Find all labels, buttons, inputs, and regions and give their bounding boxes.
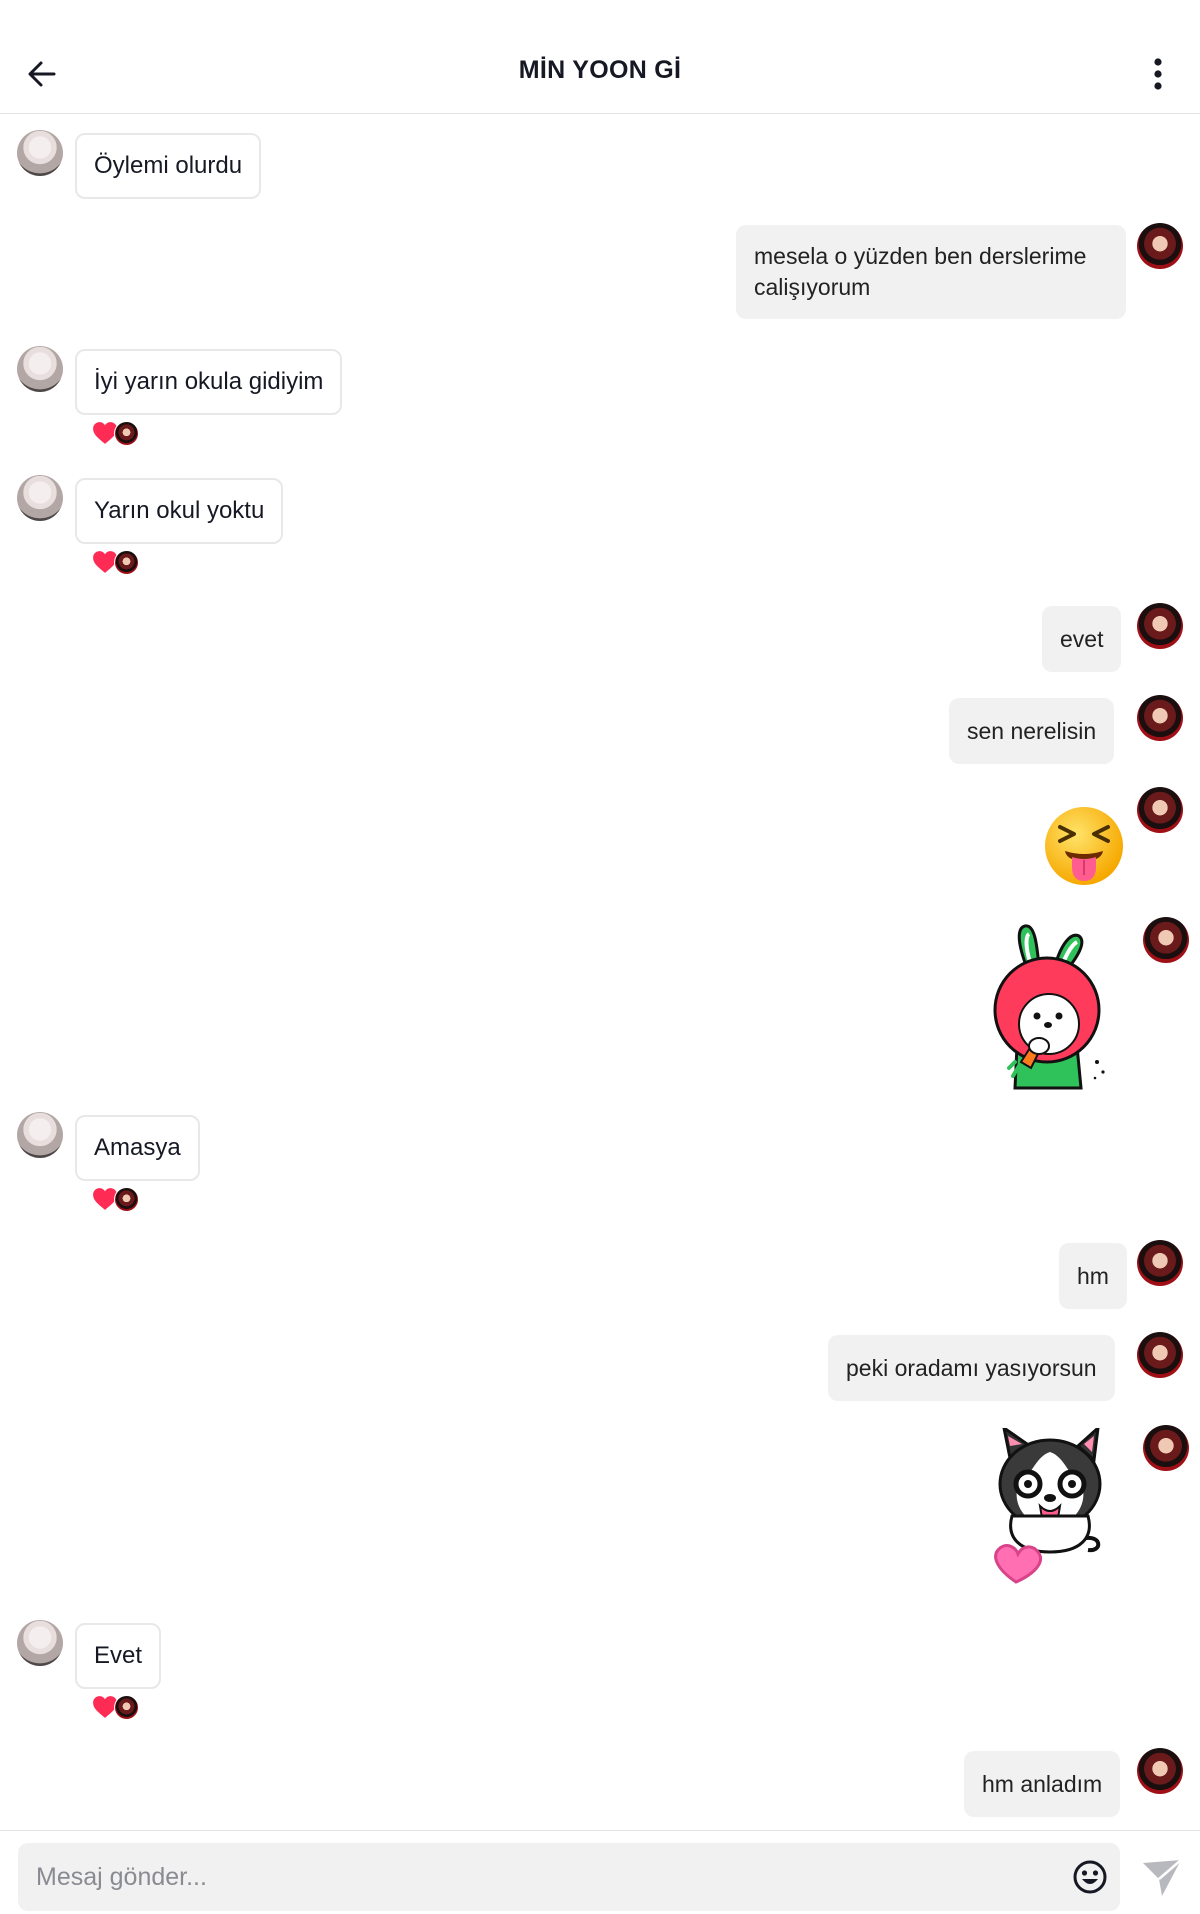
message-bubble-incoming[interactable]: Evet	[75, 1623, 162, 1689]
chat-header: MİN YOON Gİ	[0, 0, 1200, 114]
more-vertical-icon	[1154, 58, 1162, 90]
squinting-tongue-emoji-sticker[interactable]	[1043, 805, 1125, 887]
send-icon[interactable]	[1140, 1857, 1184, 1899]
message-bubble-incoming[interactable]: Öylemi olurdu	[75, 133, 262, 199]
avatar[interactable]	[1137, 223, 1183, 269]
message-bubble-outgoing[interactable]: sen nerelisin	[949, 698, 1115, 764]
message-bubble-incoming[interactable]: Yarın okul yoktu	[75, 478, 284, 544]
avatar[interactable]	[17, 1620, 63, 1666]
message-reaction[interactable]	[92, 549, 139, 575]
message-input[interactable]	[18, 1843, 1120, 1911]
bunny-with-carrot-sticker[interactable]	[985, 922, 1115, 1090]
more-options-button[interactable]	[1140, 52, 1176, 96]
message-reaction[interactable]	[92, 1186, 139, 1212]
reactor-avatar	[114, 1694, 139, 1720]
smiley-icon[interactable]	[1072, 1859, 1108, 1895]
reactor-avatar	[114, 549, 139, 575]
avatar[interactable]	[17, 130, 63, 176]
message-bubble-outgoing[interactable]: evet	[1042, 606, 1122, 672]
reactor-avatar	[114, 1186, 139, 1212]
avatar[interactable]	[1137, 1332, 1183, 1378]
avatar[interactable]	[17, 475, 63, 521]
husky-dog-with-heart-sticker[interactable]	[990, 1428, 1110, 1584]
avatar[interactable]	[17, 1112, 63, 1158]
message-reaction[interactable]	[92, 1694, 139, 1720]
message-bubble-incoming[interactable]: Amasya	[75, 1115, 200, 1181]
message-bubble-outgoing[interactable]: peki oradamı yasıyorsun	[828, 1335, 1115, 1401]
avatar[interactable]	[1137, 695, 1183, 741]
message-reaction[interactable]	[92, 420, 139, 446]
message-bubble-outgoing[interactable]: hm anladım	[964, 1751, 1121, 1817]
message-composer	[0, 1830, 1200, 1914]
avatar[interactable]	[1137, 1748, 1183, 1794]
message-bubble-outgoing[interactable]: mesela o yüzden ben derslerime calişıyor…	[736, 225, 1126, 319]
avatar[interactable]	[1137, 787, 1183, 833]
message-bubble-incoming[interactable]: İyi yarın okula gidiyim	[75, 349, 343, 415]
avatar[interactable]	[1143, 1425, 1189, 1471]
reactor-avatar	[114, 420, 139, 446]
avatar[interactable]	[17, 346, 63, 392]
chat-title: MİN YOON Gİ	[518, 56, 682, 84]
avatar[interactable]	[1137, 603, 1183, 649]
avatar[interactable]	[1143, 917, 1189, 963]
message-bubble-outgoing[interactable]: hm	[1059, 1243, 1127, 1309]
avatar[interactable]	[1137, 1240, 1183, 1286]
